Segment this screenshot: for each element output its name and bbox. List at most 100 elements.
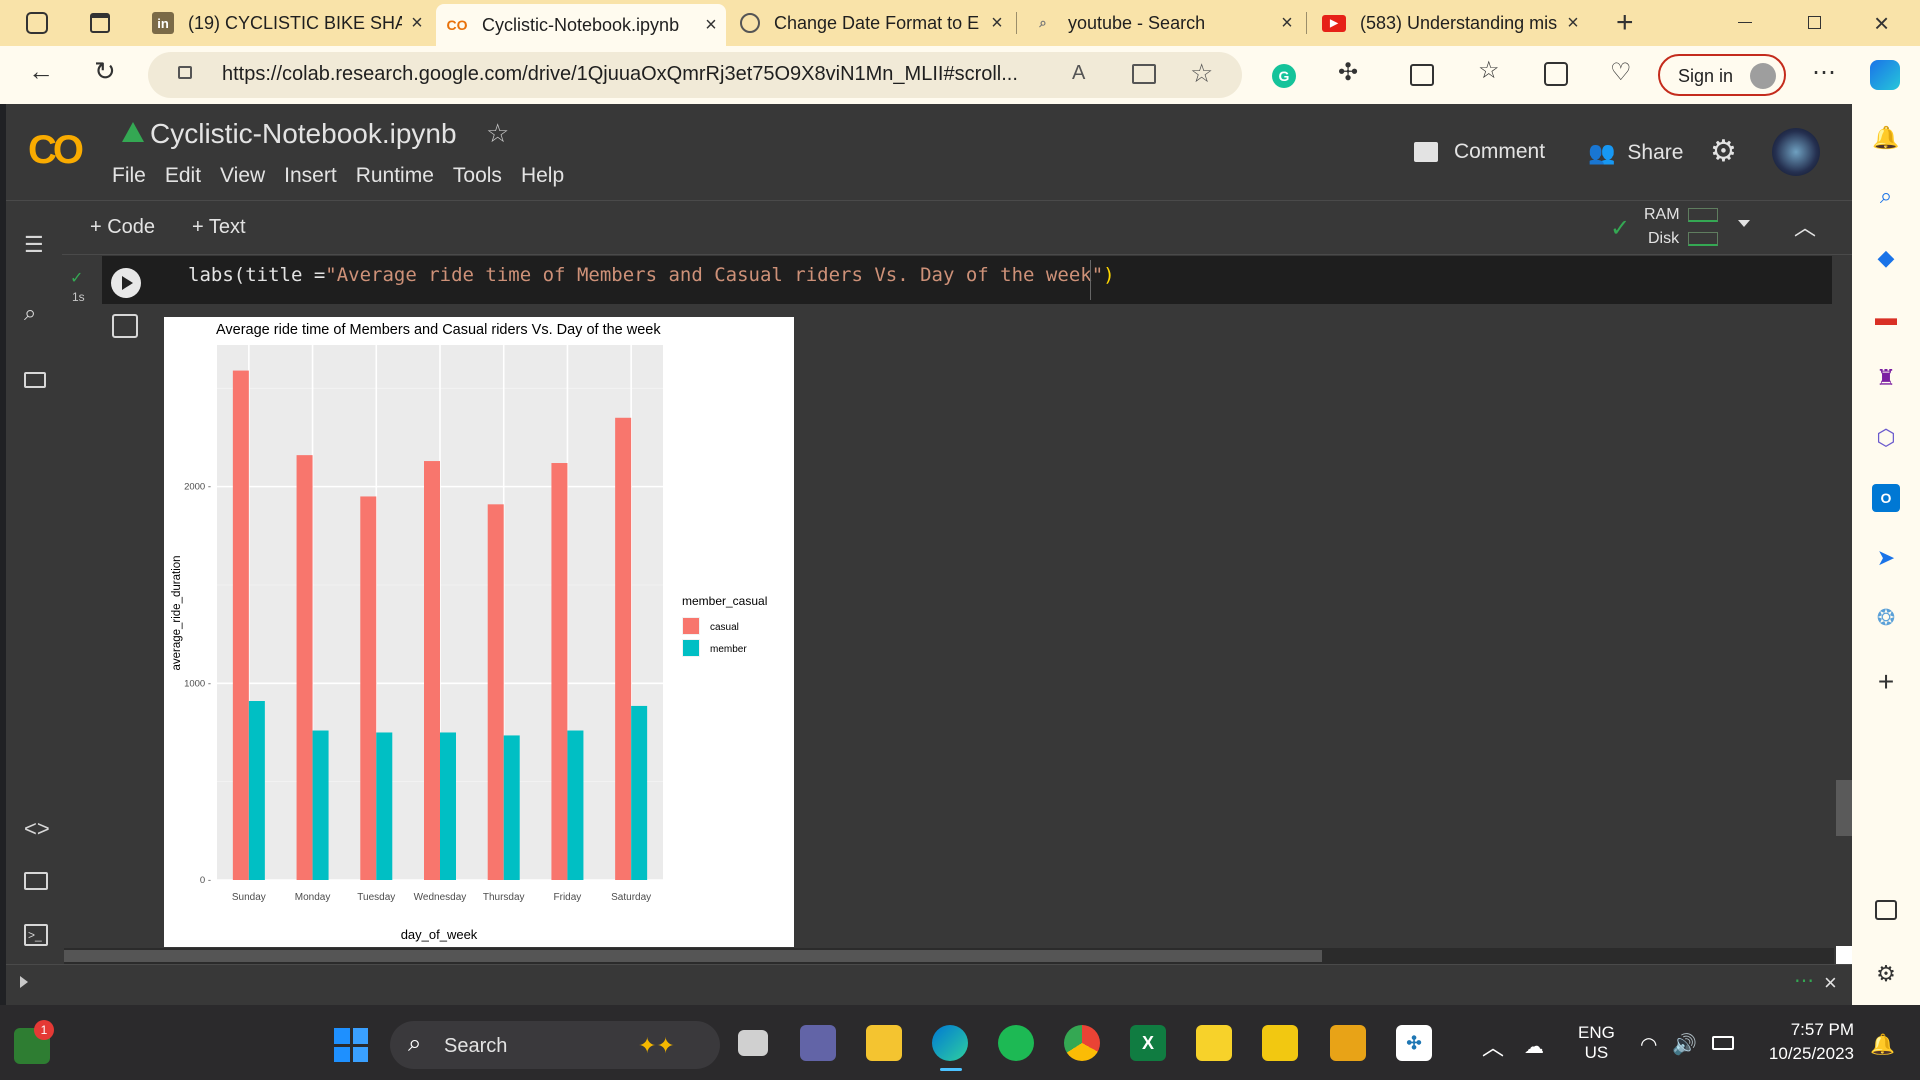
status-more-icon[interactable]: ⋯	[1794, 968, 1814, 993]
start-windows-icon[interactable]	[334, 1028, 368, 1062]
outlook-icon[interactable]: O	[1872, 484, 1900, 512]
output-actions-icon[interactable]	[112, 314, 138, 338]
close-icon[interactable]: ×	[696, 14, 726, 37]
close-icon[interactable]: ×	[1558, 12, 1588, 35]
split-screen-icon[interactable]	[1410, 64, 1434, 86]
send-icon[interactable]: ➤	[1872, 544, 1900, 572]
menu-file[interactable]: File	[112, 164, 146, 188]
edge-icon[interactable]	[932, 1025, 968, 1061]
grammarly-icon[interactable]: G	[1272, 64, 1296, 88]
table-of-contents-icon[interactable]: ☰	[24, 232, 44, 258]
window-close-icon[interactable]: ×	[1874, 8, 1889, 39]
sticky-notes-icon[interactable]	[1196, 1025, 1232, 1061]
y-axis-label: average_ride_duration	[171, 555, 183, 670]
notebook-title[interactable]: Cyclistic-Notebook.ipynb	[150, 118, 457, 150]
teams-icon[interactable]	[800, 1025, 836, 1061]
shopping-tag-icon[interactable]: ◆	[1872, 244, 1900, 272]
games-icon[interactable]: ♜	[1872, 364, 1900, 392]
immersive-reader-icon[interactable]	[1132, 64, 1156, 84]
onedrive-icon[interactable]: ☁	[1524, 1034, 1544, 1059]
read-aloud-icon[interactable]: A	[1072, 62, 1085, 85]
resources-dropdown-icon[interactable]	[1738, 220, 1750, 227]
tab-youtube-search[interactable]: ⌕ youtube - Search ×	[1022, 0, 1302, 46]
add-code-button[interactable]: + Code	[90, 216, 155, 239]
files-icon[interactable]	[24, 372, 46, 388]
comment-button[interactable]: Comment	[1414, 140, 1545, 164]
url-box[interactable]: https://colab.research.google.com/drive/…	[148, 52, 1242, 98]
close-icon[interactable]: ×	[1272, 12, 1302, 35]
close-icon[interactable]: ×	[402, 12, 432, 35]
wifi-icon[interactable]: ◠	[1640, 1032, 1657, 1057]
code-snippets-icon[interactable]: <>	[24, 816, 50, 842]
hide-sidebar-icon[interactable]	[1875, 900, 1897, 920]
power-bi-icon[interactable]	[1262, 1025, 1298, 1061]
snipping-tool-icon[interactable]	[1330, 1025, 1366, 1061]
copilot-icon[interactable]	[1870, 60, 1900, 90]
show-hidden-icons[interactable]: ︿	[1482, 1030, 1504, 1062]
star-notebook-icon[interactable]: ☆	[486, 118, 509, 149]
add-sidebar-app-icon[interactable]: +	[1872, 666, 1900, 697]
more-icon[interactable]: ⋯	[1812, 58, 1836, 87]
menu-tools[interactable]: Tools	[453, 164, 502, 188]
expand-status-icon[interactable]	[20, 976, 28, 988]
restore-icon[interactable]	[1808, 16, 1821, 29]
menu-help[interactable]: Help	[521, 164, 564, 188]
account-avatar[interactable]	[1772, 128, 1820, 176]
refresh-icon[interactable]: ↻	[94, 56, 116, 87]
favorites-icon[interactable]: ☆	[1478, 56, 1500, 85]
taskbar-search[interactable]: ⌕ Search ✦✦	[390, 1021, 720, 1069]
battery-icon[interactable]	[1712, 1036, 1734, 1050]
output-scrollbar-thumb[interactable]	[64, 950, 1322, 962]
tab-youtube-video[interactable]: ▶ (583) Understanding mis ×	[1312, 0, 1588, 46]
chrome-icon[interactable]	[1064, 1025, 1100, 1061]
collections-icon[interactable]	[1544, 62, 1568, 86]
menu-view[interactable]: View	[220, 164, 265, 188]
back-icon[interactable]: ←	[28, 56, 54, 87]
browser-essentials-icon[interactable]: ♡	[1610, 58, 1632, 87]
owl-icon[interactable]: ❂	[1872, 604, 1900, 632]
spotify-icon[interactable]	[998, 1025, 1034, 1061]
run-cell-button[interactable]	[111, 268, 141, 298]
settings-icon[interactable]: ⚙	[1710, 134, 1737, 169]
share-button[interactable]: 👥 Share	[1588, 140, 1683, 166]
sidebar-search-icon[interactable]: ⌕	[1872, 182, 1900, 210]
microsoft365-icon[interactable]: ⬡	[1872, 424, 1900, 452]
search-icon[interactable]: ⌕	[24, 300, 36, 326]
command-palette-icon[interactable]	[24, 872, 48, 890]
tools-icon[interactable]: ▬	[1872, 304, 1900, 332]
minimize-icon[interactable]	[1738, 22, 1752, 23]
search-icon: ⌕	[1039, 15, 1047, 30]
page-scrollbar-thumb[interactable]	[1836, 780, 1852, 836]
favorite-star-icon[interactable]: ☆	[1190, 58, 1213, 89]
colab-logo[interactable]: CO	[28, 128, 84, 173]
tab-chatgpt[interactable]: Change Date Format to E ×	[730, 0, 1012, 46]
legend-label-member: member	[710, 644, 747, 655]
menu-runtime[interactable]: Runtime	[356, 164, 434, 188]
tab-linkedin[interactable]: in (19) CYCLISTIC BIKE SHA ×	[142, 0, 432, 46]
extensions-icon[interactable]: ✣	[1338, 58, 1358, 87]
url-text[interactable]: https://colab.research.google.com/drive/…	[222, 63, 1102, 86]
notification-center-icon[interactable]: 🔔	[1870, 1032, 1895, 1057]
terminal-icon[interactable]: >_	[24, 924, 48, 946]
clock[interactable]: 7:57 PM 10/25/2023	[1756, 1020, 1854, 1064]
status-close-icon[interactable]: ×	[1824, 970, 1837, 996]
notifications-bell-icon[interactable]: 🔔	[1872, 124, 1900, 152]
task-view-icon[interactable]	[738, 1030, 768, 1056]
menu-insert[interactable]: Insert	[284, 164, 337, 188]
workspaces-icon[interactable]	[26, 12, 48, 34]
new-tab-icon[interactable]: +	[1616, 6, 1634, 40]
file-explorer-icon[interactable]	[866, 1025, 902, 1061]
volume-icon[interactable]: 🔊	[1672, 1032, 1697, 1057]
language-indicator[interactable]: ENG US	[1578, 1023, 1615, 1063]
code-line[interactable]: labs(title ="Average ride time of Member…	[188, 264, 1115, 286]
sidebar-settings-icon[interactable]: ⚙	[1872, 960, 1900, 988]
excel-icon[interactable]: X	[1130, 1025, 1166, 1061]
menu-edit[interactable]: Edit	[165, 164, 201, 188]
tab-colab[interactable]: CO Cyclistic-Notebook.ipynb ×	[436, 4, 726, 46]
add-text-button[interactable]: + Text	[192, 216, 246, 239]
close-icon[interactable]: ×	[982, 12, 1012, 35]
sign-in-button[interactable]: Sign in	[1658, 54, 1786, 96]
collapse-header-icon[interactable]: ︿	[1794, 210, 1816, 242]
tableau-icon[interactable]: ✣	[1396, 1025, 1432, 1061]
tab-actions-icon[interactable]	[90, 13, 110, 33]
